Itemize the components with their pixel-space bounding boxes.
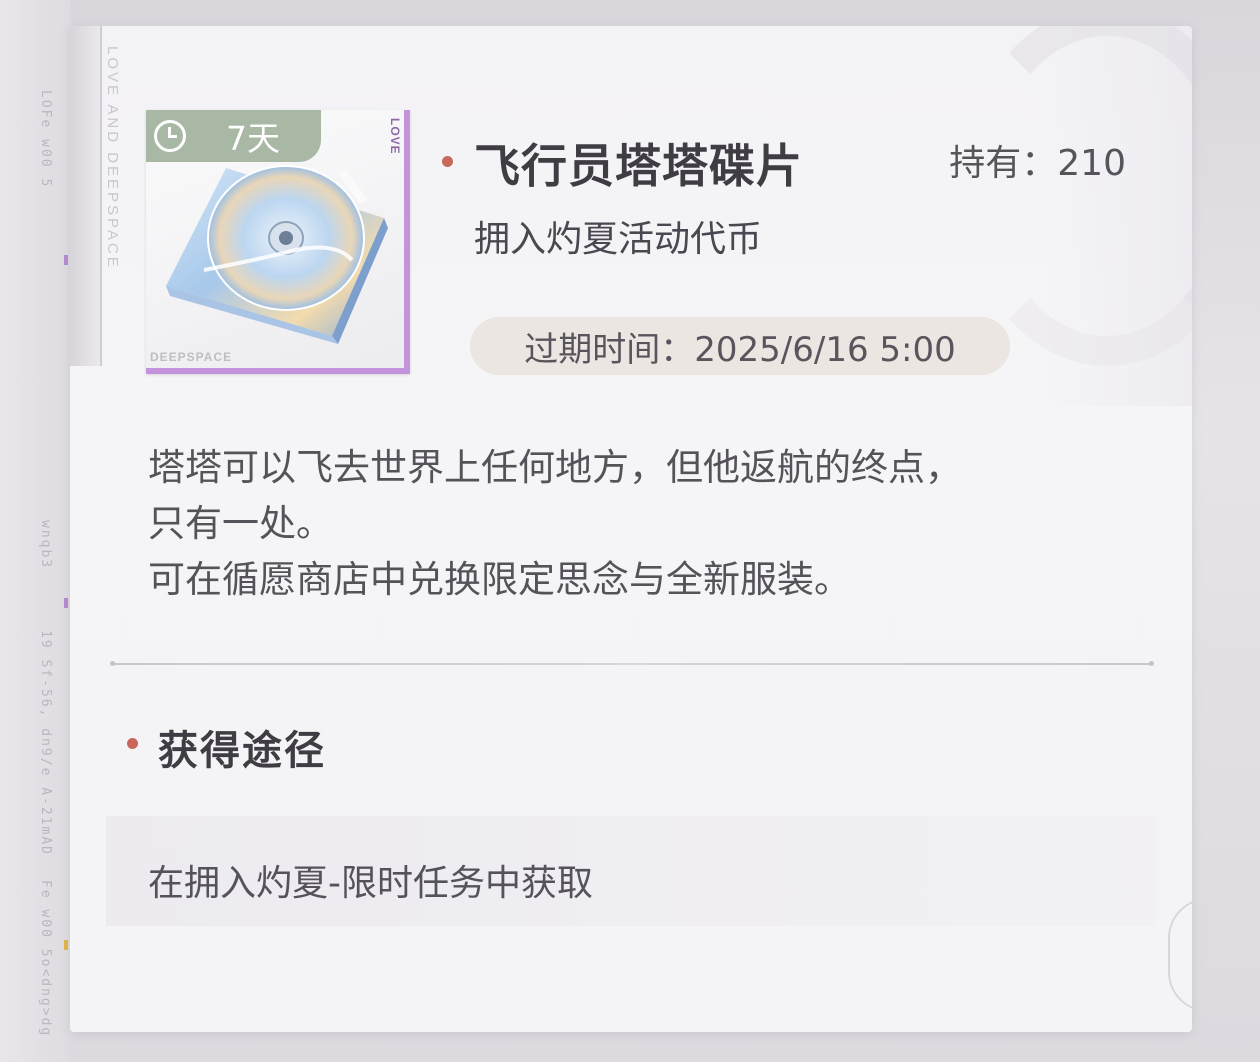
bullet-dot-icon [127,738,138,749]
card-frame-decor [70,26,102,366]
item-description: 塔塔可以飞去世界上任何地方，但他返航的终点， 只有一处。 可在循愿商店中兑换限定… [148,440,1138,608]
background-faded-text: Fe w00 5o<dng>dg [38,880,53,1038]
duration-badge: 7天 [146,110,321,162]
rarity-bar [146,368,410,374]
item-thumbnail: LOVE DEEPSPACE 7天 [146,110,410,374]
corner-decor [1168,898,1192,1012]
card-vertical-text: LOVE AND DEEPSPACE [104,46,121,270]
background-faded-text: LOFe w00 5 [38,90,53,189]
description-line: 塔塔可以飞去世界上任何地方，但他返航的终点， [148,446,962,489]
card-arc-decor [962,26,1192,366]
bullet-dot-icon [442,156,453,167]
thumbnail-brand: DEEPSPACE [150,350,233,364]
background-marker [64,940,68,950]
item-name: 飞行员塔塔碟片 [474,139,803,193]
background-faded-text: wnqb3 [38,520,53,570]
expire-time-pill: 过期时间：2025/6/16 5:00 [470,317,1010,375]
item-subtitle: 拥入灼夏活动代币 [474,219,763,260]
duration-label: 7天 [226,119,280,158]
background-panel [0,0,70,1062]
section-divider [110,661,1154,666]
owned-count: 持有：210 [949,143,1126,184]
thumbnail-tag: LOVE [388,118,402,155]
background-marker [64,255,68,265]
item-detail-card: LOVE AND DEEPSPACE LOVE DEEPSPACE 7天 飞行员… [70,26,1192,1032]
description-line: 只有一处。 [148,502,333,545]
acquire-source-text: 在拥入灼夏-限时任务中获取 [148,863,593,904]
background-faded-text: 19 Sf-56, dn9/e A-21mAD [38,630,53,857]
clock-icon [154,120,186,152]
rarity-bar [404,110,410,374]
background-marker [64,598,68,608]
acquire-section-title: 获得途径 [158,727,326,774]
description-line: 可在循愿商店中兑换限定思念与全新服装。 [148,558,851,601]
expire-time-label: 过期时间：2025/6/16 5:00 [524,329,956,370]
